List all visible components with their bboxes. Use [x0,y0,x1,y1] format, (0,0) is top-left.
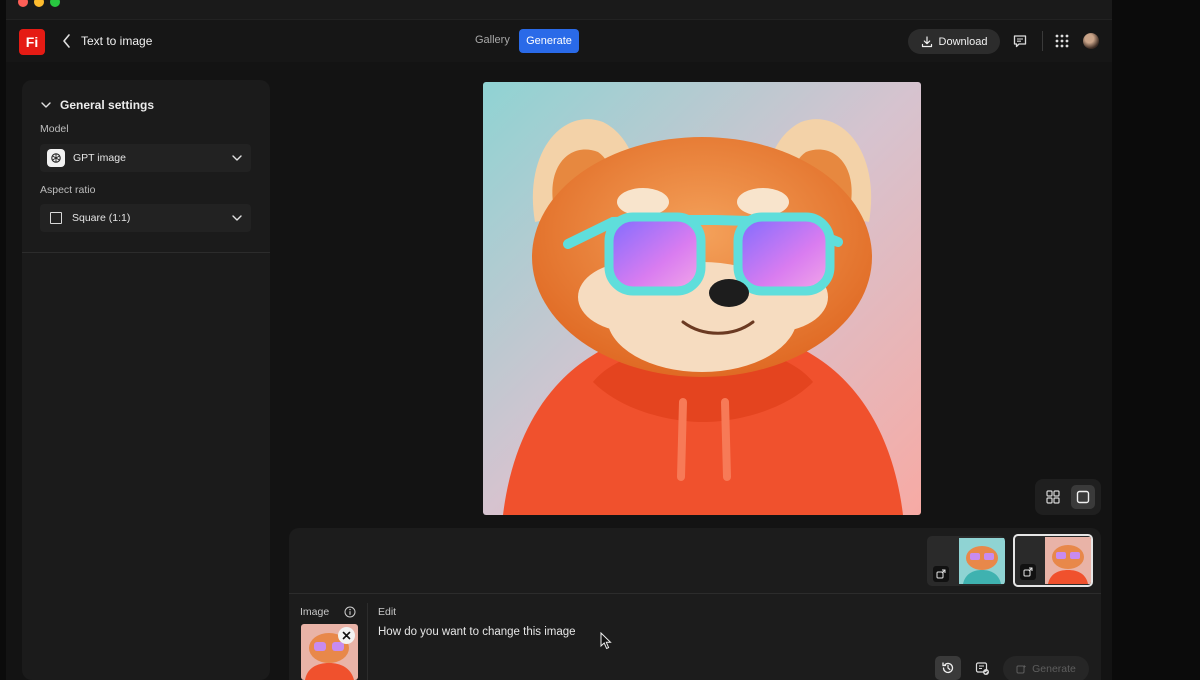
grid-view-icon[interactable] [1041,485,1065,509]
selected-thumbnail[interactable] [1013,534,1093,587]
maximize-window-button[interactable] [50,0,60,7]
generate-edit-button[interactable]: Generate [1003,656,1089,680]
minimize-window-button[interactable] [34,0,44,7]
edit-panel: Image Edit How do you want to change thi… [289,528,1101,680]
toolbar-divider [1042,31,1043,51]
general-settings-toggle[interactable]: General settings [40,98,154,112]
window-titlebar [6,0,1112,20]
chevron-down-icon [232,155,242,161]
sparkle-edit-icon [1016,664,1027,673]
user-avatar[interactable] [1083,33,1099,49]
single-view-icon[interactable] [1071,485,1095,509]
sidebar-divider [22,252,270,253]
download-label: Download [938,35,988,48]
app-window: Fi Text to image Gallery Generate Downlo… [6,0,1112,680]
back-arrow-icon[interactable] [60,32,74,50]
mouse-cursor-icon [600,632,612,650]
image-check-icon [975,661,989,675]
panel-divider [289,593,1101,594]
comment-icon[interactable] [1011,32,1029,50]
apps-grid-icon[interactable] [1053,32,1071,50]
aspect-ratio-select[interactable]: Square (1:1) [40,204,251,232]
app-logo[interactable]: Fi [19,29,45,55]
model-select[interactable]: GPT image [40,144,251,172]
remove-image-button[interactable] [338,627,355,644]
generate-edit-label: Generate [1032,663,1076,675]
model-label: Model [40,123,69,135]
edit-prompt-input[interactable]: How do you want to change this image [378,626,576,638]
history-button[interactable] [935,656,961,680]
close-window-button[interactable] [18,0,28,7]
info-icon[interactable] [343,605,356,618]
style-reference-button[interactable] [970,656,994,680]
editor-divider [367,603,368,680]
history-icon [942,662,954,674]
generated-image[interactable] [483,82,921,515]
use-as-reference-icon[interactable] [1020,564,1036,580]
settings-sidebar: General settings Model GPT image Aspect … [22,80,270,680]
download-icon [921,35,932,47]
top-bar: Fi Text to image Gallery Generate Downlo… [6,20,1112,62]
chevron-down-icon [232,215,242,221]
use-as-reference-icon[interactable] [933,566,949,582]
model-value: GPT image [73,152,126,164]
tab-gallery[interactable]: Gallery [475,34,510,46]
square-icon [50,212,62,224]
page-title: Text to image [81,34,153,48]
openai-logo-icon [47,149,65,167]
edit-label: Edit [378,606,397,618]
history-thumbnail[interactable] [927,536,1005,586]
view-toggle [1035,479,1101,515]
chevron-down-icon [41,102,51,108]
aspect-ratio-value: Square (1:1) [72,212,131,224]
tab-generate[interactable]: Generate [519,29,579,53]
image-label: Image [300,606,330,618]
aspect-ratio-label: Aspect ratio [40,184,96,196]
section-title: General settings [60,98,155,112]
download-button[interactable]: Download [908,29,1000,54]
